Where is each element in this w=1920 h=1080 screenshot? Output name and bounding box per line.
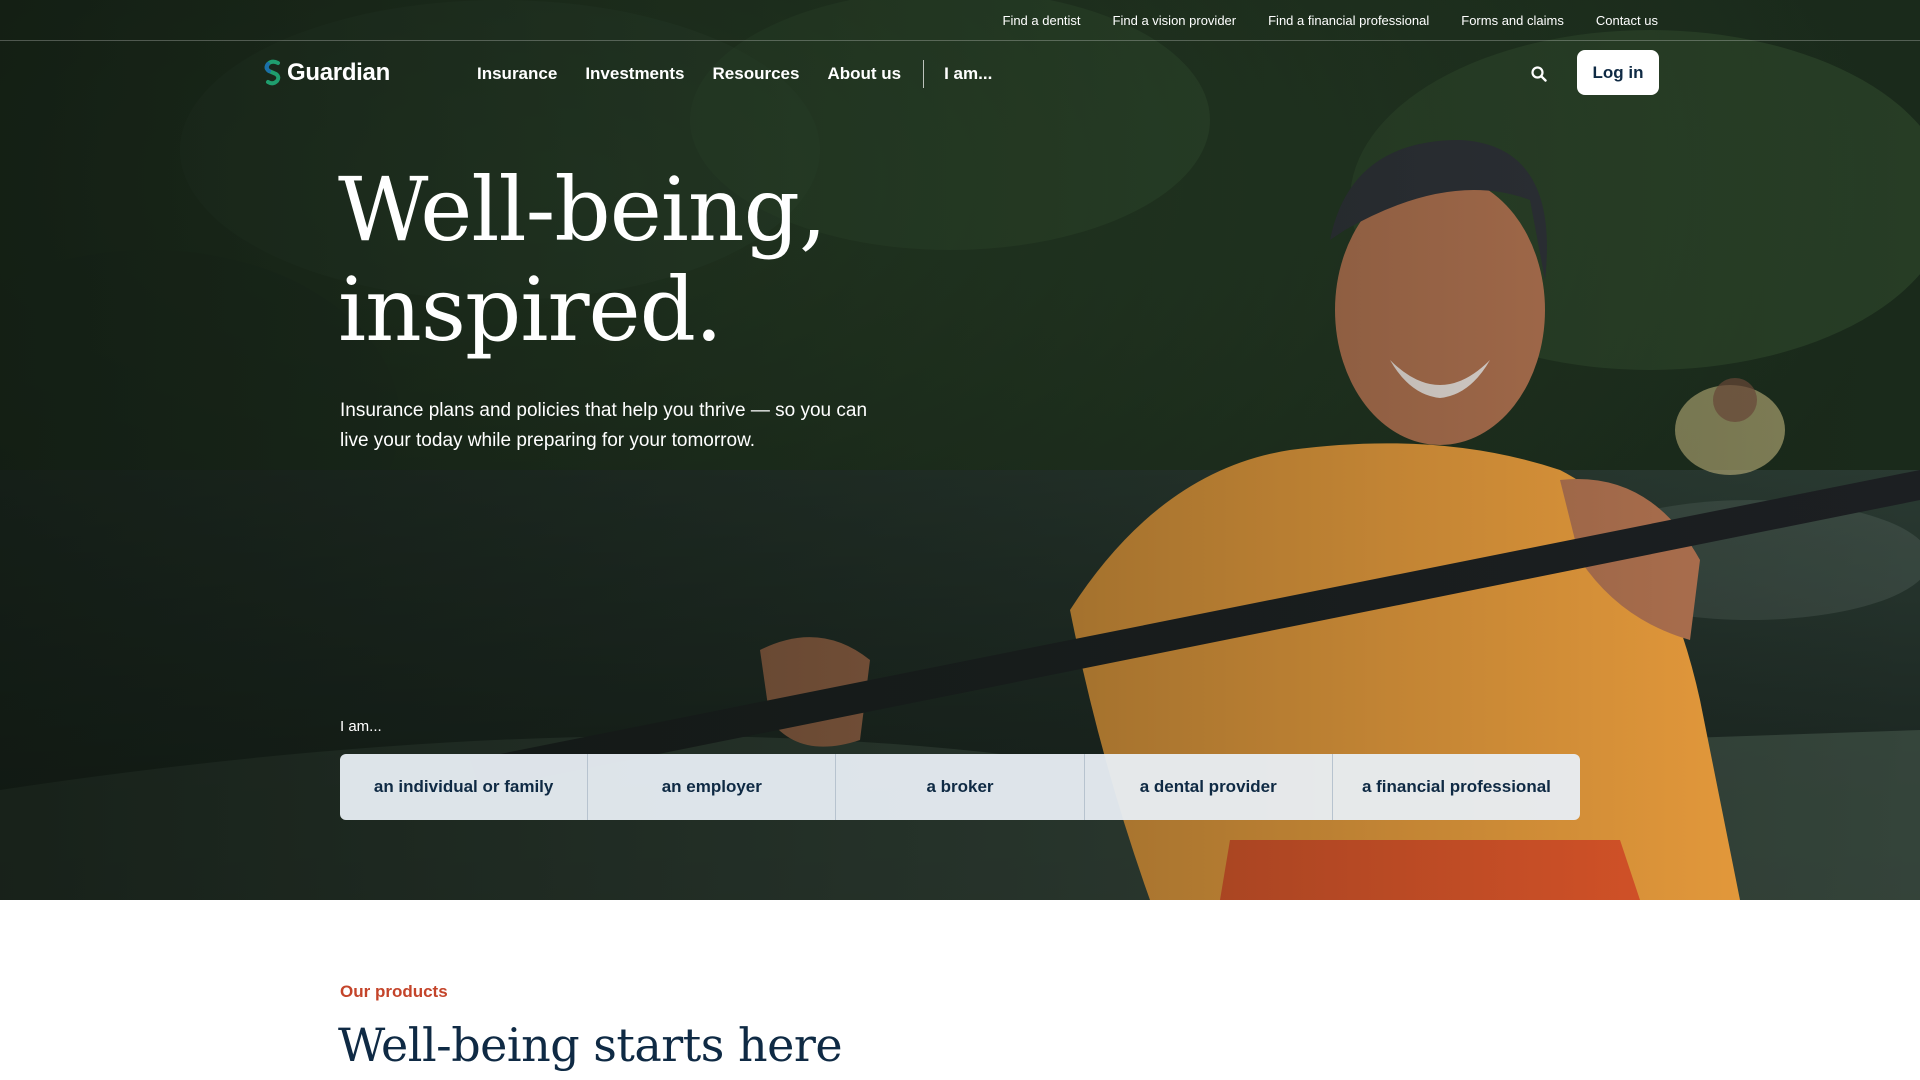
logo-text: Guardian: [287, 59, 390, 86]
audience-selector-label: I am...: [340, 718, 382, 735]
nav-about-us[interactable]: About us: [827, 64, 901, 84]
audience-broker[interactable]: a broker: [836, 754, 1085, 820]
search-icon: [1531, 66, 1547, 82]
find-dentist-link[interactable]: Find a dentist: [1003, 13, 1081, 28]
search-button[interactable]: [1524, 59, 1554, 89]
nav-insurance[interactable]: Insurance: [477, 64, 557, 84]
nav-investments[interactable]: Investments: [585, 64, 684, 84]
find-vision-provider-link[interactable]: Find a vision provider: [1113, 13, 1237, 28]
audience-dental-provider[interactable]: a dental provider: [1085, 754, 1333, 820]
hero-headline-line2: inspired.: [338, 258, 723, 361]
products-eyebrow: Our products: [340, 982, 448, 1001]
audience-selector: an individual or family an employer a br…: [340, 754, 1580, 820]
hero-subtext: Insurance plans and policies that help y…: [340, 400, 868, 451]
contact-us-link[interactable]: Contact us: [1596, 13, 1658, 28]
audience-individual-family[interactable]: an individual or family: [340, 754, 589, 820]
nav-divider: [923, 60, 925, 88]
find-financial-professional-link[interactable]: Find a financial professional: [1268, 13, 1429, 28]
audience-employer[interactable]: an employer: [588, 754, 837, 820]
utility-nav: Find a dentist Find a vision provider Fi…: [0, 0, 1920, 41]
main-nav: Guardian Insurance Investments Resources…: [0, 41, 1920, 105]
nav-i-am-menu[interactable]: I am...: [944, 64, 992, 84]
hero-headline: Well-being, inspired.: [338, 160, 858, 360]
hero-section: Find a dentist Find a vision provider Fi…: [0, 0, 1920, 900]
guardian-logo[interactable]: Guardian: [263, 59, 390, 87]
hero-headline-line1: Well-being,: [338, 158, 827, 261]
login-button[interactable]: Log in: [1577, 50, 1659, 95]
guardian-logo-mark-icon: [264, 59, 281, 86]
forms-and-claims-link[interactable]: Forms and claims: [1461, 13, 1564, 28]
nav-resources[interactable]: Resources: [713, 64, 800, 84]
products-section: Our products Well-being starts here: [0, 900, 1920, 1080]
products-title: Well-being starts here: [338, 1018, 843, 1072]
audience-financial-professional[interactable]: a financial professional: [1333, 754, 1580, 820]
